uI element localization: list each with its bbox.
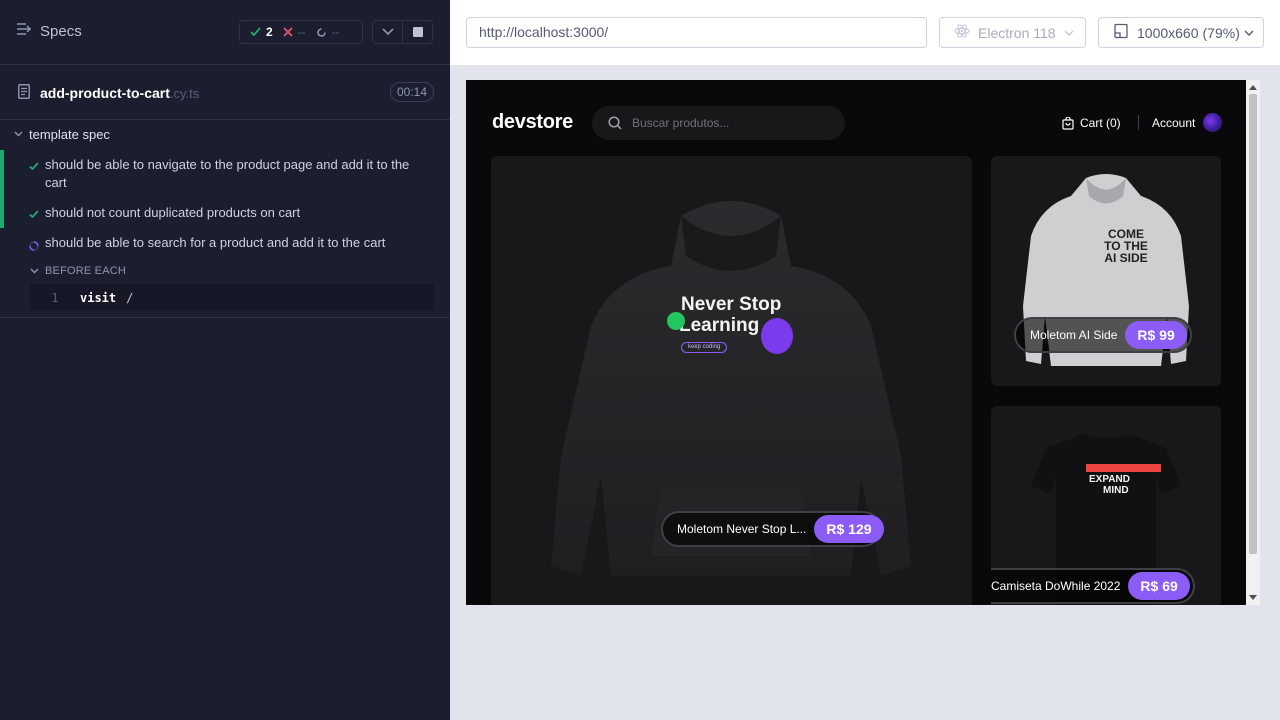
check-icon [29,206,39,224]
chevron-down-icon [1244,30,1254,36]
product-price: R$ 99 [1125,321,1187,349]
scroll-up-icon[interactable] [1249,85,1257,90]
chevron-down-icon [381,28,394,36]
pending-count: -- [316,25,340,39]
document-icon [18,84,30,104]
command-arg: / [126,290,134,305]
search-input[interactable]: Buscar produtos... [592,106,845,140]
scroll-down-icon[interactable] [1249,595,1257,600]
product-price: R$ 69 [1128,572,1190,600]
failed-count: -- [283,25,306,39]
price-tag: Moletom Never Stop L... R$ 129 [661,511,884,547]
specs-label: Specs [40,22,82,40]
app-preview: devstore Buscar produtos... Cart (0) Acc… [466,80,1246,605]
specs-header: Specs 2 -- -- [0,0,450,65]
product-card[interactable]: EXPAND MIND Camiseta DoWhile 2022 R$ 69 [991,406,1221,605]
auto-scroll-button[interactable] [373,21,403,43]
test-suite: template spec should be able to navigate… [0,120,450,311]
store-logo[interactable]: devstore [492,111,573,134]
url-bar[interactable]: http://localhost:3000/ [466,17,927,48]
price-tag: Moletom AI Side R$ 99 [1014,317,1192,353]
print-text: COME TO THE AI SIDE [1081,228,1171,264]
check-icon [29,158,39,176]
x-icon [283,27,293,37]
product-name: Moletom AI Side [1030,328,1118,342]
header-divider [1138,115,1139,130]
app-scrollbar[interactable] [1246,80,1260,605]
product-card-featured[interactable]: Never Stop Learning keep coding Moletom … [491,156,972,605]
print-line: AI SIDE [1104,251,1148,265]
account-link[interactable]: Account [1152,113,1223,132]
chevron-down-icon [14,131,23,137]
run-controls [372,20,433,44]
running-spinner-icon [29,238,39,256]
test-item[interactable]: should be able to search for a product a… [0,228,450,258]
pending-icon [316,27,326,37]
command-row[interactable]: 1 visit / [30,284,434,311]
stop-button[interactable] [403,21,432,43]
specs-toggle-button[interactable]: Specs [16,22,82,40]
print-line: MIND [1103,485,1129,496]
browser-selector[interactable]: Electron 118 [939,17,1086,48]
print-badge: keep coding [681,342,728,353]
viewport-selector[interactable]: 1000x660 (79%) [1098,17,1264,48]
passed-count-value: 2 [266,25,273,39]
test-title: should be able to search for a product a… [45,235,386,250]
test-title: should not count duplicated products on … [45,205,301,220]
hook-label: BEFORE EACH [45,265,127,277]
purple-sticker-icon [761,318,793,354]
spec-file-basename: add-product-to-cart [40,85,170,101]
command-name: visit [80,290,117,305]
stop-icon [412,27,423,37]
viewport-zoom: (79%) [1202,24,1240,41]
green-sticker-icon [667,312,685,330]
print-text: EXPAND MIND [1089,474,1130,496]
search-placeholder: Buscar produtos... [632,116,730,130]
passed-count: 2 [250,25,273,39]
divider [0,317,450,318]
price-tag: Camiseta DoWhile 2022 R$ 69 [991,568,1195,604]
spec-file-header: add-product-to-cart.cy.ts 00:14 [0,65,450,120]
viewport-size: 1000x660 [1137,24,1199,41]
test-item[interactable]: should not count duplicated products on … [0,198,450,228]
print-line: EXPAND [1089,474,1130,485]
shopping-bag-icon [1062,116,1074,130]
test-stats: 2 -- -- [239,20,363,44]
check-icon [250,27,261,37]
electron-icon [954,23,970,42]
spec-file-name: add-product-to-cart.cy.ts [40,85,199,101]
chevron-down-icon [1064,30,1074,36]
print-line: Never Stop [681,294,782,315]
test-item[interactable]: should be able to navigate to the produc… [0,150,450,198]
command-number: 1 [51,290,59,305]
failed-count-value: -- [297,25,306,39]
spec-duration: 00:14 [389,82,434,102]
pending-count-value: -- [331,25,340,39]
product-name: Camiseta DoWhile 2022 [991,579,1121,593]
command-log-panel: Specs 2 -- -- add-product-to-cart.cy.ts … [0,0,450,720]
search-icon [608,116,622,130]
account-label: Account [1152,115,1196,130]
browser-name: Electron 118 [978,24,1056,41]
spec-file-ext: .cy.ts [169,86,200,101]
cart-label: Cart (0) [1080,116,1121,130]
viewport-icon [1113,23,1129,42]
scrollbar-thumb[interactable] [1249,94,1257,554]
suite-title-row[interactable]: template spec [0,120,450,148]
before-each-hook[interactable]: BEFORE EACH [0,258,450,284]
test-title: should be able to navigate to the produc… [45,157,410,190]
chevron-down-icon [30,268,39,274]
product-name: Moletom Never Stop L... [677,522,807,536]
suite-title: template spec [29,126,110,142]
avatar [1203,113,1223,132]
product-card[interactable]: COME TO THE AI SIDE Moletom AI Side R$ 9… [991,156,1221,386]
product-price: R$ 129 [814,515,884,543]
cart-widget[interactable]: Cart (0) [1062,116,1121,130]
specs-list-icon [16,22,32,40]
